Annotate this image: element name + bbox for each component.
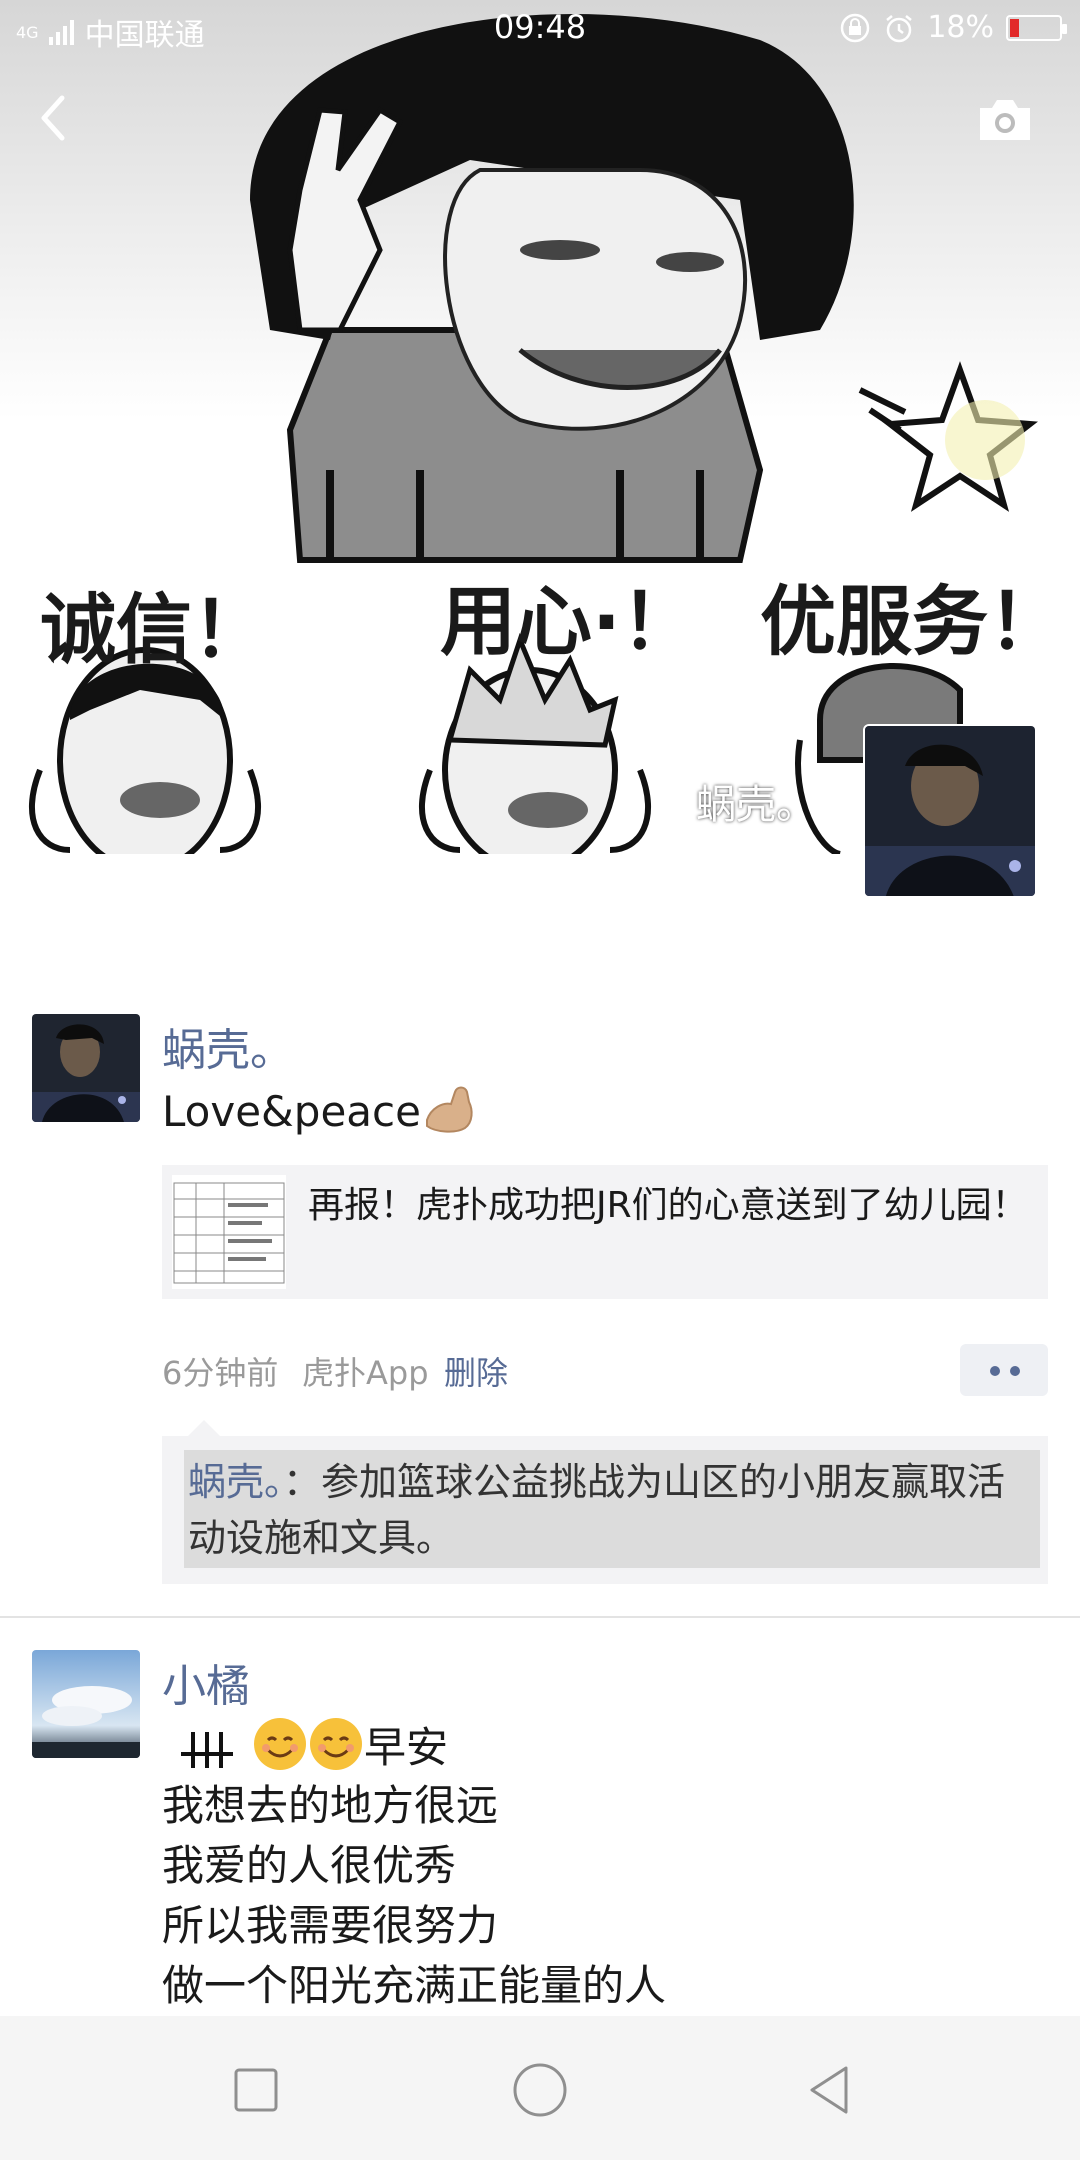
post-divider: [0, 1616, 1080, 1618]
triangle-back-icon[interactable]: [800, 2060, 860, 2120]
comment-box: 蜗壳。：参加篮球公益挑战为山区的小朋友赢取活动设施和文具。: [162, 1436, 1048, 1584]
owner-avatar-photo: [865, 726, 1035, 896]
cover-caption-3: 优服务！: [760, 577, 1064, 666]
rotation-lock-icon: [841, 13, 870, 42]
fence-symbol-icon: [181, 1732, 233, 1768]
battery-icon: [1006, 14, 1067, 41]
post-avatar[interactable]: [32, 1650, 140, 1758]
more-button[interactable]: [960, 1344, 1048, 1396]
post-text: 早安: [162, 1716, 448, 1778]
more-dot-icon: [990, 1366, 1000, 1376]
smiling-face-icon: [254, 1718, 306, 1770]
more-dot-icon: [1010, 1366, 1020, 1376]
square-icon[interactable]: [226, 2060, 286, 2120]
owner-avatar[interactable]: [863, 724, 1037, 898]
comment-separator: ：: [283, 1460, 322, 1504]
post-time: 6分钟前: [162, 1354, 279, 1392]
cover-caption-1: 诚信！: [40, 585, 268, 674]
alarm-icon: [886, 14, 913, 42]
status-right: 18%: [839, 10, 1067, 45]
battery-level: [1010, 18, 1019, 37]
avatar-photo: [32, 1650, 140, 1758]
post-text-line: 做一个阳光充满正能量的人: [162, 1961, 667, 2010]
post-author-name[interactable]: 小橘: [162, 1650, 250, 1714]
delete-button[interactable]: 删除: [444, 1348, 508, 1394]
post-text-line: 我想去的地方很远: [162, 1781, 499, 1830]
shared-link-card[interactable]: 再报！虎扑成功把JR们的心意送到了幼儿园！: [162, 1165, 1048, 1299]
owner-name[interactable]: 蜗壳。: [696, 772, 816, 830]
camera-icon[interactable]: [976, 96, 1034, 144]
chevron-left-icon[interactable]: [30, 88, 80, 148]
post-author-name[interactable]: 蜗壳。: [162, 1014, 294, 1078]
avatar-photo: [32, 1014, 140, 1122]
status-bar: 4G 中国联通 09:48 18%: [0, 0, 1080, 54]
post-text-line: 所以我需要很努力: [162, 1901, 499, 1950]
battery-percent: 18%: [927, 10, 994, 45]
flexed-biceps-icon: [425, 1086, 473, 1133]
table-thumbnail-icon: [173, 1182, 285, 1284]
link-title: 再报！虎扑成功把JR们的心意送到了幼儿园！: [308, 1185, 1028, 1226]
smiling-face-icon: [310, 1718, 362, 1770]
post-avatar[interactable]: [32, 1014, 140, 1122]
comment-arrow: [188, 1420, 220, 1436]
link-thumbnail: [172, 1175, 286, 1289]
post-text-line: 我爱的人很优秀: [162, 1841, 457, 1890]
post-text: Love&peace: [162, 1080, 477, 1142]
post-text-content: Love&peace: [162, 1087, 421, 1136]
system-nav-bar: [0, 2016, 1080, 2160]
cover-caption-2: 用心·！: [440, 577, 697, 666]
post-text-line: 早安: [364, 1723, 449, 1772]
comment-author[interactable]: 蜗壳。: [188, 1460, 283, 1504]
post-source[interactable]: 虎扑App: [302, 1348, 429, 1394]
circle-icon[interactable]: [510, 2060, 570, 2120]
comment[interactable]: 蜗壳。：参加篮球公益挑战为山区的小朋友赢取活动设施和文具。: [184, 1450, 1040, 1568]
